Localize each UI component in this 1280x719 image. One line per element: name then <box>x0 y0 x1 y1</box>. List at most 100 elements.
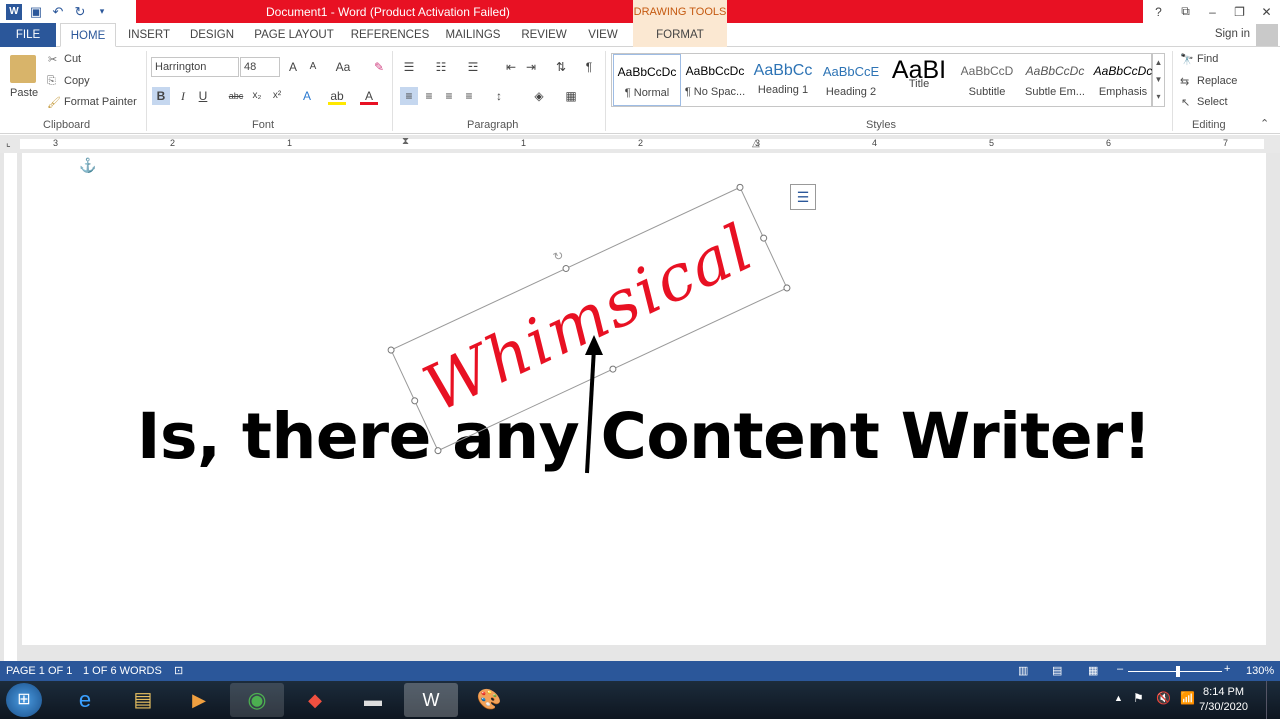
media-player-icon[interactable]: ▶ <box>172 683 226 717</box>
align-right-icon[interactable]: ≡ <box>440 87 458 105</box>
font-name-box[interactable]: Harrington <box>151 57 239 77</box>
layout-options-icon[interactable]: ☰ <box>790 184 816 210</box>
resize-handle[interactable] <box>561 263 571 274</box>
tray-expand-icon[interactable]: ▲ <box>1114 693 1123 703</box>
borders-icon[interactable]: ▦ <box>562 87 580 105</box>
close-button[interactable]: ✕ <box>1253 5 1280 19</box>
network-icon[interactable]: 📶 <box>1180 691 1195 705</box>
tab-format[interactable]: FORMAT <box>633 23 727 47</box>
bold-button[interactable]: B <box>152 87 170 105</box>
decrease-indent-icon[interactable]: ⇤ <box>502 58 520 76</box>
word-taskbar-icon[interactable]: W <box>404 683 458 717</box>
align-left-icon[interactable]: ≡ <box>400 87 418 105</box>
text-effects-icon[interactable]: A <box>298 87 316 105</box>
italic-button[interactable]: I <box>174 87 192 105</box>
chrome-icon[interactable]: ◉ <box>230 683 284 717</box>
style-no-spacing[interactable]: AaBbCcDc ¶ No Spac... <box>681 54 749 106</box>
action-center-icon[interactable]: ⚑ <box>1133 691 1144 705</box>
select-icon[interactable]: ↖ <box>1181 96 1190 109</box>
style-normal[interactable]: AaBbCcDc ¶ Normal <box>613 54 681 106</box>
undo-icon[interactable]: ↶ <box>50 4 66 20</box>
paste-icon[interactable] <box>10 55 36 83</box>
style-heading-1[interactable]: AaBbCc Heading 1 <box>749 54 817 106</box>
resize-handle[interactable] <box>759 233 769 243</box>
system-clock[interactable]: 8:14 PM 7/30/2020 <box>1199 685 1248 715</box>
bullets-icon[interactable]: ☰ <box>400 58 418 76</box>
show-marks-icon[interactable]: ¶ <box>580 58 598 76</box>
anydesk-icon[interactable]: ◆ <box>288 683 342 717</box>
paint-icon[interactable]: 🎨 <box>462 683 516 717</box>
format-painter-button[interactable]: Format Painter <box>64 96 137 108</box>
style-heading-2[interactable]: AaBbCcE Heading 2 <box>817 54 885 106</box>
copy-icon[interactable]: ⎘ <box>47 75 56 88</box>
internet-explorer-icon[interactable]: e <box>58 683 112 717</box>
highlight-icon[interactable]: ab <box>328 87 346 105</box>
styles-scroll-icon[interactable]: ▲ ▼ ▾ <box>1152 53 1165 107</box>
style-subtle-emphasis[interactable]: AaBbCcDc Subtle Em... <box>1021 54 1089 106</box>
rotate-handle-icon[interactable]: ↻ <box>551 247 566 264</box>
avatar[interactable] <box>1256 24 1278 46</box>
proofing-icon[interactable]: ⊡ <box>174 664 183 677</box>
volume-muted-icon[interactable]: 🔇 <box>1156 691 1171 705</box>
style-emphasis[interactable]: AaBbCcDc Emphasis <box>1089 54 1157 106</box>
tab-design[interactable]: DESIGN <box>184 23 240 47</box>
cut-button[interactable]: Cut <box>64 53 81 65</box>
subscript-button[interactable]: x₂ <box>248 87 266 105</box>
tab-file[interactable]: FILE <box>0 23 56 47</box>
minimize-button[interactable]: – <box>1199 5 1226 19</box>
zoom-slider-thumb[interactable] <box>1176 666 1180 677</box>
tab-mailings[interactable]: MAILINGS <box>440 23 506 47</box>
justify-icon[interactable]: ≡ <box>460 87 478 105</box>
clear-formatting-icon[interactable]: ✎ <box>370 58 388 76</box>
app-window-icon[interactable]: ▬ <box>346 683 400 717</box>
line-spacing-icon[interactable]: ↕ <box>490 87 508 105</box>
tab-selector-icon[interactable]: ⌞ <box>6 138 11 149</box>
font-size-box[interactable]: 48 <box>240 57 280 77</box>
style-title[interactable]: AaBI Title <box>885 54 953 106</box>
print-layout-icon[interactable]: ▤ <box>1052 664 1062 677</box>
change-case-icon[interactable]: Aa <box>330 58 356 76</box>
vertical-ruler[interactable] <box>4 153 17 662</box>
select-button[interactable]: Select <box>1197 96 1228 108</box>
find-icon[interactable]: 🔭 <box>1180 53 1194 66</box>
style-subtitle[interactable]: AaBbCcD Subtitle <box>953 54 1021 106</box>
start-button[interactable]: ⊞ <box>6 683 42 717</box>
resize-handle[interactable] <box>735 182 745 192</box>
customize-qat-icon[interactable]: ▾ <box>94 4 110 20</box>
copy-button[interactable]: Copy <box>64 75 90 87</box>
tab-references[interactable]: REFERENCES <box>348 23 432 47</box>
replace-icon[interactable]: ⇆ <box>1180 75 1189 88</box>
collapse-ribbon-icon[interactable]: ⌃ <box>1260 117 1269 130</box>
replace-button[interactable]: Replace <box>1197 75 1237 87</box>
web-layout-icon[interactable]: ▦ <box>1088 664 1098 677</box>
tab-review[interactable]: REVIEW <box>514 23 574 47</box>
resize-handle[interactable] <box>608 364 618 374</box>
grow-font-icon[interactable]: A <box>284 58 302 76</box>
numbering-icon[interactable]: ☷ <box>432 58 450 76</box>
zoom-level[interactable]: 130% <box>1246 665 1274 677</box>
tab-view[interactable]: VIEW <box>582 23 624 47</box>
zoom-in-icon[interactable]: + <box>1224 663 1230 675</box>
format-painter-icon[interactable]: 🖌 <box>47 96 61 109</box>
read-mode-icon[interactable]: ▥ <box>1018 664 1028 677</box>
shading-icon[interactable]: ◈ <box>530 87 548 105</box>
restore-button[interactable]: ❐ <box>1226 5 1253 19</box>
indent-marker-icon[interactable]: ⧗ <box>402 136 409 147</box>
ribbon-display-button[interactable]: ⧉ <box>1172 4 1199 19</box>
show-desktop-button[interactable] <box>1266 681 1280 719</box>
superscript-button[interactable]: x² <box>268 87 286 105</box>
file-explorer-icon[interactable]: ▤ <box>116 683 170 717</box>
underline-button[interactable]: U <box>194 87 212 105</box>
increase-indent-icon[interactable]: ⇥ <box>522 58 540 76</box>
cut-icon[interactable]: ✂ <box>48 53 57 66</box>
anchor-icon[interactable]: ⚓ <box>79 157 96 174</box>
align-center-icon[interactable]: ≡ <box>420 87 438 105</box>
sign-in-link[interactable]: Sign in <box>1215 28 1250 40</box>
resize-handle[interactable] <box>782 283 792 293</box>
tab-home[interactable]: HOME <box>60 23 116 47</box>
find-button[interactable]: Find <box>1197 53 1218 65</box>
tab-insert[interactable]: INSERT <box>122 23 176 47</box>
shrink-font-icon[interactable]: A <box>304 58 322 76</box>
page[interactable]: ⚓ ☰ Is, there any Content Writer! Whimsi… <box>22 153 1266 645</box>
word-count[interactable]: 1 OF 6 WORDS <box>83 665 162 677</box>
